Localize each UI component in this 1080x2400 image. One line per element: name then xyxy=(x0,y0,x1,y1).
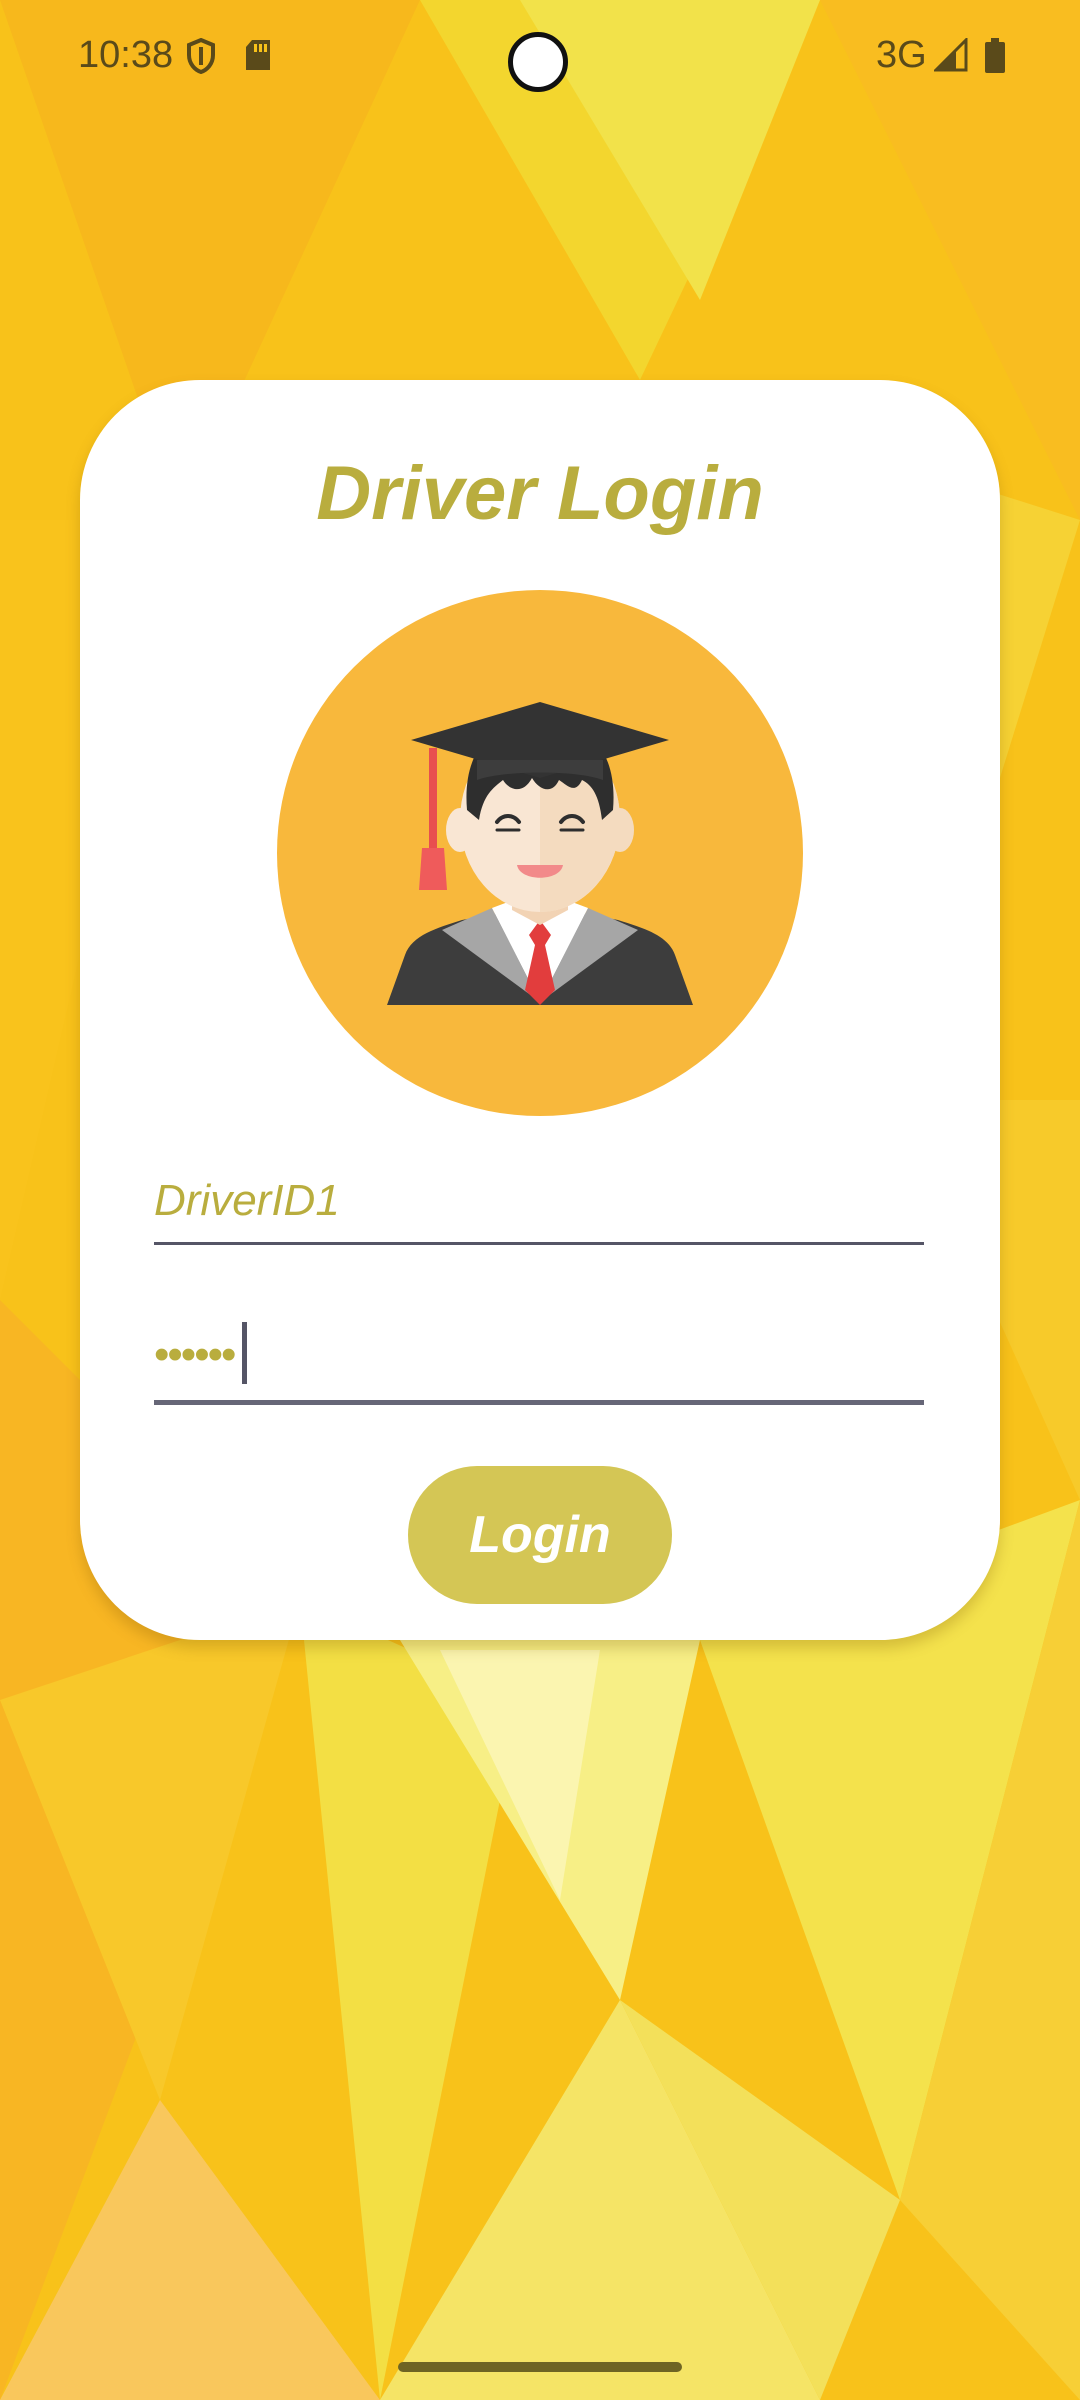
login-button[interactable]: Login xyxy=(408,1466,672,1604)
shield-icon xyxy=(186,37,216,79)
graduate-avatar-icon xyxy=(277,590,803,1116)
sd-card-icon xyxy=(244,38,272,77)
login-card: Driver Login DriverID1 •••••• Login xyxy=(80,380,1000,1640)
driver-id-field[interactable]: DriverID1 xyxy=(154,1150,924,1245)
status-time: 10:38 xyxy=(78,34,174,76)
password-field[interactable]: •••••• xyxy=(154,1300,924,1405)
signal-icon xyxy=(932,36,968,77)
page-title: Driver Login xyxy=(316,451,764,536)
text-cursor xyxy=(242,1322,247,1384)
status-bar: 10:38 3G xyxy=(0,0,1080,120)
driver-id-value: DriverID1 xyxy=(154,1176,340,1225)
battery-icon xyxy=(984,38,1006,79)
network-type: 3G xyxy=(876,34,927,76)
password-masked-value: •••••• xyxy=(154,1330,236,1379)
home-indicator[interactable] xyxy=(398,2362,682,2372)
camera-cutout xyxy=(508,32,568,92)
